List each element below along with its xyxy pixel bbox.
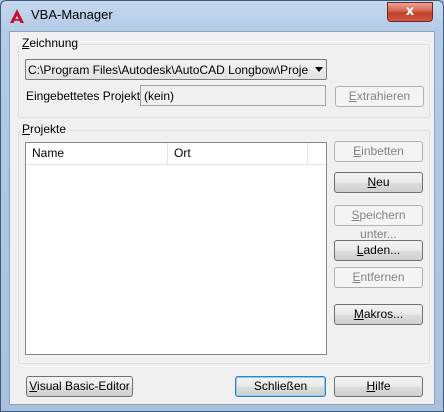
help-button[interactable]: Hilfe [334, 376, 423, 397]
close-window-button[interactable]: x [387, 2, 433, 22]
projects-group-label: Projekte [20, 122, 69, 136]
drawing-path-value: C:\Program Files\Autodesk\AutoCAD Longbo… [28, 63, 308, 77]
column-header-location[interactable]: Ort [168, 143, 308, 164]
extract-button[interactable]: Extrahieren [335, 86, 424, 107]
embedded-project-field: (kein) [140, 85, 326, 106]
projects-list[interactable]: Name Ort [25, 142, 327, 355]
macros-button[interactable]: Makros... [334, 304, 423, 325]
embedded-project-value: (kein) [144, 89, 175, 103]
vba-manager-window: VBA-Manager x Zeichnung C:\Program Files… [0, 0, 444, 412]
save-as-button[interactable]: Speichern unter... [334, 205, 423, 241]
remove-button[interactable]: Entfernen [334, 267, 423, 288]
embedded-project-label: Eingebettetes Projekt: [26, 89, 144, 103]
drawing-path-select[interactable]: C:\Program Files\Autodesk\AutoCAD Longbo… [25, 59, 327, 80]
projects-list-header: Name Ort [26, 143, 326, 165]
visual-basic-editor-button[interactable]: Visual Basic-Editor [26, 376, 133, 397]
dialog-client-area: Zeichnung C:\Program Files\Autodesk\Auto… [9, 31, 435, 405]
chevron-down-icon[interactable] [315, 67, 323, 72]
load-button[interactable]: Laden... [334, 240, 423, 261]
window-title: VBA-Manager [31, 7, 113, 22]
embed-button[interactable]: Einbetten [334, 141, 423, 162]
close-button[interactable]: Schließen [235, 376, 326, 397]
drawing-group-label: Zeichnung [20, 36, 81, 50]
column-header-name[interactable]: Name [26, 143, 168, 164]
new-button[interactable]: Neu [334, 172, 423, 193]
title-bar[interactable]: VBA-Manager x [1, 1, 443, 29]
close-icon: x [405, 4, 415, 19]
autocad-a-icon [10, 9, 24, 23]
